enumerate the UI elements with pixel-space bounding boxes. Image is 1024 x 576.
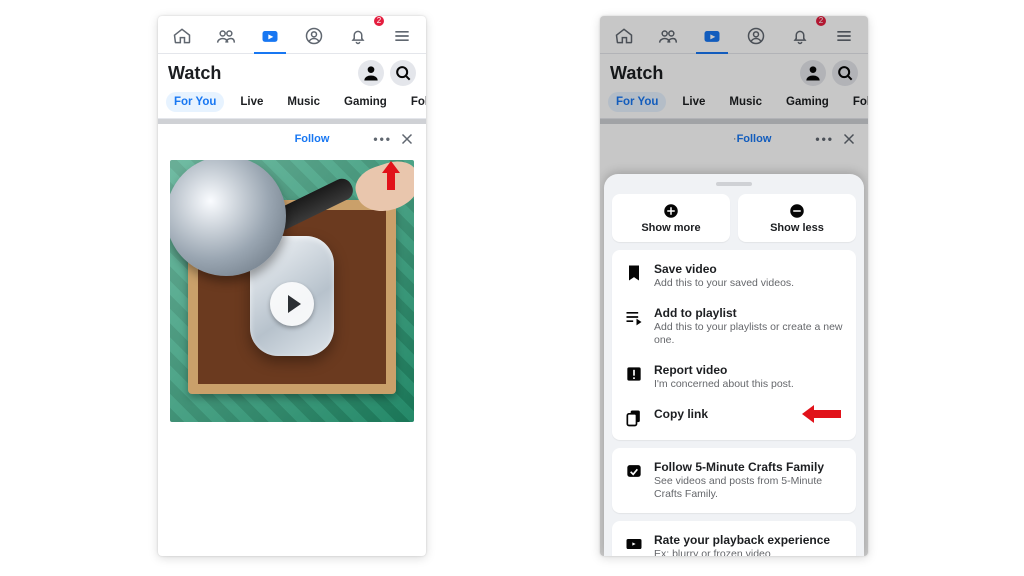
show-less-label: Show less bbox=[770, 222, 824, 234]
copy-icon bbox=[624, 408, 644, 428]
follow-page-icon bbox=[624, 461, 644, 481]
top-nav: 2 bbox=[158, 16, 426, 54]
option-rate-playback[interactable]: Rate your playback experienceEx: blurry … bbox=[612, 525, 856, 556]
nav-watch[interactable] bbox=[690, 18, 734, 53]
minus-circle-icon bbox=[788, 202, 806, 220]
hamburger-icon bbox=[392, 26, 412, 46]
nav-watch[interactable] bbox=[248, 18, 292, 53]
show-less-button[interactable]: Show less bbox=[738, 194, 856, 242]
follow-link[interactable]: Follow bbox=[737, 133, 772, 145]
post-more-button[interactable]: ••• bbox=[369, 132, 396, 146]
profile-shortcut-button[interactable] bbox=[800, 60, 826, 86]
nav-friends[interactable] bbox=[646, 18, 690, 53]
tab-live[interactable]: Live bbox=[232, 92, 271, 112]
tab-for-you[interactable]: For You bbox=[608, 92, 666, 112]
post-dismiss-button[interactable] bbox=[398, 130, 416, 148]
tab-following[interactable]: Following bbox=[845, 92, 868, 112]
profile-shortcut-button[interactable] bbox=[358, 60, 384, 86]
option-save-video[interactable]: Save videoAdd this to your saved videos. bbox=[612, 254, 856, 298]
bell-icon bbox=[790, 26, 810, 46]
option-add-to-playlist[interactable]: Add to playlistAdd this to your playlist… bbox=[612, 298, 856, 355]
playlist-icon bbox=[624, 307, 644, 327]
video-thumbnail[interactable] bbox=[170, 160, 414, 422]
profile-icon bbox=[304, 26, 324, 46]
nav-profile[interactable] bbox=[292, 18, 336, 53]
page-title: Watch bbox=[168, 63, 352, 84]
search-icon bbox=[835, 63, 855, 83]
bookmark-icon bbox=[624, 263, 644, 283]
option-report-video[interactable]: Report videoI'm concerned about this pos… bbox=[612, 355, 856, 399]
search-button[interactable] bbox=[390, 60, 416, 86]
friends-icon bbox=[658, 26, 678, 46]
person-icon bbox=[803, 63, 823, 83]
report-icon bbox=[624, 364, 644, 384]
nav-profile[interactable] bbox=[734, 18, 778, 53]
page-title: Watch bbox=[610, 63, 794, 84]
phone-left-watch-feed: 2 Watch For You Live Music Gaming Follow… bbox=[158, 16, 426, 556]
watch-icon bbox=[702, 26, 722, 46]
tab-live[interactable]: Live bbox=[674, 92, 713, 112]
tab-for-you[interactable]: For You bbox=[166, 92, 224, 112]
bell-icon bbox=[348, 26, 368, 46]
phone-right-options-sheet: 2 Watch For You Live Music Gaming Follow… bbox=[600, 16, 868, 556]
title-row: Watch bbox=[158, 54, 426, 88]
home-icon bbox=[614, 26, 634, 46]
show-more-button[interactable]: Show more bbox=[612, 194, 730, 242]
hamburger-icon bbox=[834, 26, 854, 46]
tab-following[interactable]: Following bbox=[403, 92, 426, 112]
nav-notifications[interactable]: 2 bbox=[336, 18, 380, 53]
nav-notifications[interactable]: 2 bbox=[778, 18, 822, 53]
option-copy-link[interactable]: Copy link bbox=[612, 399, 856, 436]
tab-music[interactable]: Music bbox=[279, 92, 328, 112]
sheet-grabber[interactable] bbox=[716, 182, 752, 186]
watch-icon bbox=[260, 26, 280, 46]
nav-home[interactable] bbox=[160, 18, 204, 53]
play-icon bbox=[270, 282, 314, 326]
nav-friends[interactable] bbox=[204, 18, 248, 53]
tab-gaming[interactable]: Gaming bbox=[336, 92, 395, 112]
plus-circle-icon bbox=[662, 202, 680, 220]
annotation-arrow-to-more bbox=[382, 161, 400, 191]
post-dismiss-button[interactable] bbox=[840, 130, 858, 148]
nav-home[interactable] bbox=[602, 18, 646, 53]
friends-icon bbox=[216, 26, 236, 46]
post-more-button[interactable]: ••• bbox=[811, 132, 838, 146]
annotation-arrow-to-copylink bbox=[802, 405, 842, 423]
show-more-label: Show more bbox=[641, 222, 700, 234]
home-icon bbox=[172, 26, 192, 46]
search-button[interactable] bbox=[832, 60, 858, 86]
tab-music[interactable]: Music bbox=[721, 92, 770, 112]
tab-gaming[interactable]: Gaming bbox=[778, 92, 837, 112]
search-icon bbox=[393, 63, 413, 83]
person-icon bbox=[361, 63, 381, 83]
options-bottom-sheet: Show more Show less Save videoAdd this t… bbox=[604, 174, 864, 556]
nav-menu[interactable] bbox=[822, 18, 866, 53]
profile-icon bbox=[746, 26, 766, 46]
follow-link[interactable]: Follow bbox=[295, 133, 330, 145]
video-icon bbox=[624, 534, 644, 554]
watch-tabs: For You Live Music Gaming Following bbox=[158, 88, 426, 119]
nav-menu[interactable] bbox=[380, 18, 424, 53]
option-follow-page[interactable]: Follow 5-Minute Crafts FamilySee videos … bbox=[612, 452, 856, 509]
